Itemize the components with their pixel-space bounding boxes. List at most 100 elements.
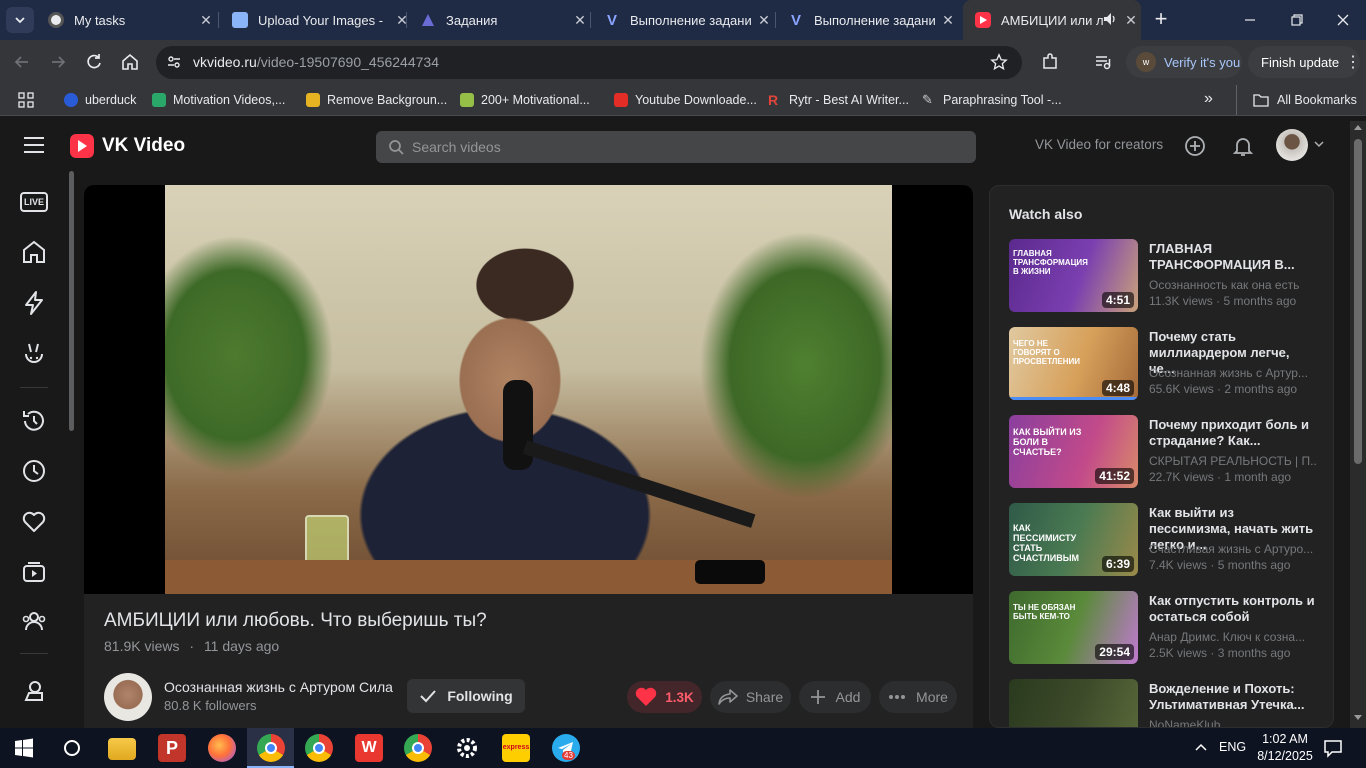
bookmark-uberduck[interactable]: uberduck [64, 90, 136, 110]
extensions-button[interactable] [1040, 52, 1060, 72]
reload-button[interactable] [84, 52, 104, 72]
chrome-icon[interactable] [257, 734, 285, 762]
apps-icon[interactable] [18, 92, 34, 108]
tab-my-tasks[interactable]: My tasks ✕ [36, 0, 216, 40]
following-button[interactable]: Following [407, 679, 525, 713]
sidebar-scrollbar[interactable] [69, 171, 74, 431]
file-explorer-icon[interactable] [108, 738, 136, 760]
scroll-thumb[interactable] [1354, 139, 1362, 464]
bookmark-youtube-downloader[interactable]: Youtube Downloade... [614, 90, 757, 110]
bookmark-paraphrasing[interactable]: ✎ Paraphrasing Tool -... [922, 90, 1062, 110]
language-indicator[interactable]: ENG [1219, 740, 1246, 754]
share-button[interactable]: Share [710, 681, 791, 713]
like-button[interactable]: 1.3K [627, 681, 702, 713]
close-icon[interactable]: ✕ [938, 12, 958, 29]
close-icon[interactable]: ✕ [196, 12, 216, 29]
firefox-icon[interactable] [208, 734, 236, 762]
media-controls-button[interactable] [1093, 52, 1113, 72]
settings-gear-icon[interactable] [453, 734, 481, 762]
recommendation-card[interactable]: ЧЕГО НЕ ГОВОРЯТ О ПРОСВЕТЛЕНИИ 4:48 Поче… [1009, 327, 1319, 401]
chevron-down-icon[interactable] [1314, 140, 1324, 148]
channel-avatar[interactable] [104, 673, 152, 721]
search-button[interactable] [62, 738, 82, 758]
url-text[interactable]: vkvideo.ru/video-19507690_456244734 [193, 54, 439, 70]
sidebar-item-live[interactable]: LIVE [20, 192, 48, 212]
wps-office-icon[interactable]: W [355, 734, 383, 762]
recommendation-card[interactable]: ГЛАВНАЯ ТРАНСФОРМАЦИЯ В ЖИЗНИ 4:51 ГЛАВН… [1009, 239, 1319, 313]
bookmark-motivational[interactable]: 200+ Motivational... [460, 90, 590, 110]
site-info-icon[interactable] [164, 52, 184, 72]
video-player[interactable] [84, 185, 973, 594]
back-button[interactable] [12, 52, 32, 72]
tab-upload-images[interactable]: Upload Your Images - ✕ [220, 0, 412, 40]
heart-icon[interactable] [20, 508, 48, 536]
reload-icon [87, 54, 101, 69]
recommendation-card[interactable]: Вожделение и Похоть: Ультимативная Утечк… [1009, 679, 1319, 727]
tab-search-button[interactable] [6, 7, 34, 33]
more-bookmarks-icon[interactable]: » [1204, 90, 1213, 108]
vk-video-for-creators-link[interactable]: VK Video for creators [1035, 137, 1163, 152]
channel-icon[interactable] [20, 676, 48, 704]
speaker-icon[interactable] [1103, 12, 1121, 29]
close-icon[interactable]: ✕ [570, 12, 590, 29]
search-bar[interactable]: Search videos [376, 131, 976, 163]
tab-title: Upload Your Images - [258, 12, 384, 28]
uberduck-icon [64, 93, 78, 107]
forward-button[interactable] [48, 52, 68, 72]
menu-button[interactable] [22, 135, 46, 155]
recommendation-meta: 65.6K views · 2 months ago [1149, 382, 1298, 396]
duration-badge: 29:54 [1095, 644, 1134, 660]
bookmark-star-icon[interactable] [990, 53, 1010, 73]
verify-profile-button[interactable]: w Verify it's you [1126, 46, 1242, 78]
recommendation-card[interactable]: ТЫ НЕ ОБЯЗАН БЫТЬ КЕМ-ТО 29:54 Как отпус… [1009, 591, 1319, 665]
notifications-button[interactable] [1231, 134, 1255, 158]
bookmark-rytr[interactable]: R Rytr - Best AI Writer... [768, 90, 909, 110]
subscriptions-icon[interactable] [20, 607, 48, 635]
recommendation-meta: 2.5K views · 3 months ago [1149, 646, 1291, 660]
new-tab-button[interactable]: + [1150, 8, 1172, 30]
user-avatar[interactable] [1276, 129, 1308, 161]
finish-update-button[interactable]: Finish update ⋮ [1248, 46, 1361, 78]
tab-zadaniya[interactable]: Задания ✕ [408, 0, 590, 40]
home-icon[interactable] [20, 238, 48, 266]
history-icon[interactable] [20, 407, 48, 435]
bookmark-remove-background[interactable]: Remove Backgroun... [306, 90, 447, 110]
close-icon[interactable]: ✕ [754, 12, 774, 29]
chrome-profile-2-icon[interactable] [305, 734, 333, 762]
pdf-app-icon[interactable]: P [158, 734, 186, 762]
aliexpress-icon[interactable]: express [502, 734, 530, 762]
chrome-profile-3-icon[interactable] [404, 734, 432, 762]
show-hidden-icons-chevron[interactable] [1194, 742, 1208, 752]
channel-followers: 80.8 K followers [164, 698, 257, 713]
add-button[interactable]: Add [799, 681, 871, 713]
vk-video-logo[interactable]: VK Video [70, 133, 185, 159]
minimize-button[interactable] [1240, 10, 1260, 30]
tab-vypolnenie-2[interactable]: V Выполнение задани ✕ [776, 0, 958, 40]
address-bar[interactable]: vkvideo.ru/video-19507690_456244734 [156, 46, 1022, 79]
clock[interactable]: 1:02 AM 8/12/2025 [1252, 731, 1318, 765]
channel-name[interactable]: Осознанная жизнь с Артуром Сила [164, 679, 393, 695]
maximize-button[interactable] [1287, 10, 1307, 30]
watch-later-icon[interactable] [20, 457, 48, 485]
scroll-up-arrow[interactable] [1354, 125, 1362, 130]
page-scrollbar[interactable] [1350, 121, 1366, 728]
dot-separator: · [189, 638, 195, 654]
close-window-button[interactable] [1333, 10, 1353, 30]
tab-vypolnenie-1[interactable]: V Выполнение задани ✕ [592, 0, 774, 40]
scroll-down-arrow[interactable] [1354, 715, 1362, 720]
clips-icon[interactable] [20, 289, 48, 317]
notifications-center-button[interactable] [1323, 738, 1343, 758]
more-button[interactable]: More [879, 681, 957, 713]
start-button[interactable] [14, 738, 34, 758]
home-button[interactable] [120, 52, 140, 72]
bookmark-motivation-videos[interactable]: Motivation Videos,... [152, 90, 285, 110]
recommendation-card[interactable]: КАК ПЕССИМИСТУ СТАТЬ СЧАСТЛИВЫМ 6:39 Как… [1009, 503, 1319, 577]
all-bookmarks-button[interactable]: All Bookmarks [1236, 85, 1357, 115]
upload-button[interactable] [1183, 134, 1207, 158]
close-icon[interactable]: ✕ [1121, 12, 1141, 29]
my-videos-icon[interactable] [20, 558, 48, 586]
kids-icon[interactable] [20, 340, 48, 368]
recommendation-card[interactable]: КАК ВЫЙТИ ИЗ БОЛИ В СЧАСТЬЕ? 41:52 Почем… [1009, 415, 1319, 489]
telegram-icon[interactable]: 43 [552, 734, 580, 762]
tab-vk-video-active[interactable]: АМБИЦИИ или л ✕ [963, 0, 1141, 40]
